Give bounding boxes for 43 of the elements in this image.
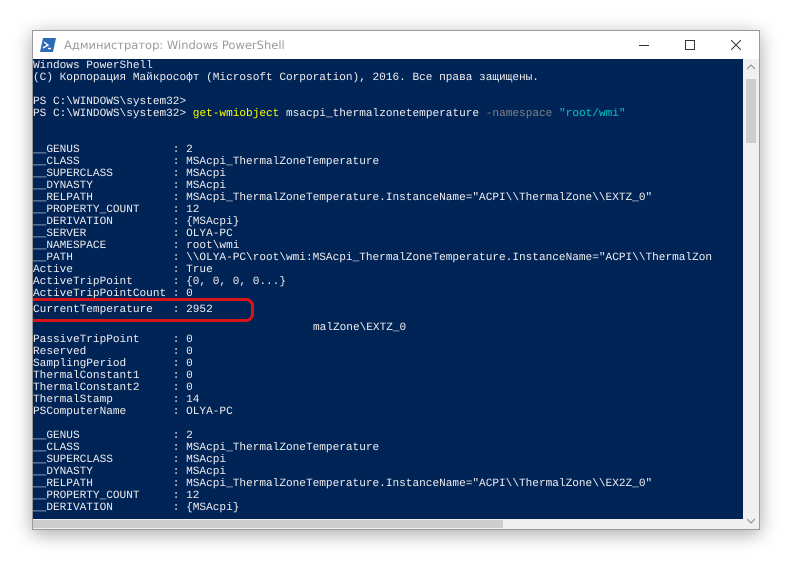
close-icon: [731, 40, 741, 50]
horizontal-scrollbar[interactable]: [33, 519, 743, 529]
console-line: __DERIVATION : {MSAcpi}: [33, 216, 240, 228]
scrollbar-thumb[interactable]: [33, 520, 503, 528]
window-title: Администратор: Windows PowerShell: [64, 38, 286, 52]
console-line: __SERVER : OLYA-PC: [33, 228, 234, 240]
console-line: Active : True: [33, 264, 214, 276]
console-line: __GENUS : 2: [33, 430, 194, 442]
powershell-icon: [40, 38, 56, 52]
console-line: __CLASS : MSAcpi_ThermalZoneTemperature: [33, 442, 380, 454]
console-line: __DYNASTY : MSAcpi: [33, 466, 228, 478]
console-line: ThermalConstant1 : 0: [33, 370, 194, 382]
console-line: ActiveTripPoint : {0, 0, 0, 0...}: [33, 276, 287, 288]
console-line: __GENUS : 2: [33, 144, 194, 156]
console-line: __PATH : \\OLYA-PC\root\wmi:MSAcpi_ThermalZoneTemperature.InstanceName="ACPI\\ThermalZon: [33, 252, 714, 264]
console-line: __SUPERCLASS : MSAcpi: [33, 168, 228, 180]
console-line: __NAMESPACE : root\wmi: [33, 240, 240, 252]
console-line: __PROPERTY_COUNT : 12: [33, 490, 200, 502]
console-line: ThermalConstant2 : 0: [33, 382, 194, 394]
scroll-down-icon[interactable]: [747, 518, 755, 524]
console-line: ActiveTripPointCount : 0: [33, 288, 194, 300]
console-line: __RELPATH : MSAcpi_ThermalZoneTemperature.InstanceName="ACPI\\ThermalZone\\EX2Z_0": [33, 478, 654, 490]
console-line: __PROPERTY_COUNT : 12: [33, 204, 200, 216]
console-line: __RELPATH : MSAcpi_ThermalZoneTemperature.InstanceName="ACPI\\ThermalZone\\EXTZ_0": [33, 192, 654, 204]
scrollbar-thumb[interactable]: [746, 79, 756, 143]
console-line: PSComputerName : OLYA-PC: [33, 406, 234, 418]
console-line: __CLASS : MSAcpi_ThermalZoneTemperature: [33, 156, 380, 168]
console-line: Windows PowerShell: [33, 60, 154, 72]
console-line: PassiveTripPoint : 0: [33, 334, 194, 346]
console-line: __SUPERCLASS : MSAcpi: [33, 454, 228, 466]
console-line: CurrentTemperature : 2952: [33, 304, 213, 316]
console-line: PS C:\WINDOWS\system32>: [33, 96, 188, 108]
scroll-up-icon[interactable]: [747, 64, 755, 70]
console-line: SamplingPeriod : 0: [33, 358, 194, 370]
console-line: malZone\EXTZ_0: [312, 322, 408, 334]
vertical-scrollbar[interactable]: [743, 59, 759, 529]
console-line: __DYNASTY : MSAcpi: [33, 180, 228, 192]
command-line: PS C:\WINDOWS\system32> get-wmiobject msacpi_thermalzonetemperature -namespace "root/wmi": [33, 108, 627, 120]
console-line: ThermalStamp : 14: [33, 394, 200, 406]
console-line: (C) Корпорация Майкрософт (Microsoft Corporation), 2016. Все права защищены.: [33, 72, 540, 84]
maximize-icon: [685, 40, 695, 50]
console-line: Reserved : 0: [33, 346, 194, 358]
console-line: __DERIVATION : {MSAcpi}: [33, 502, 240, 514]
